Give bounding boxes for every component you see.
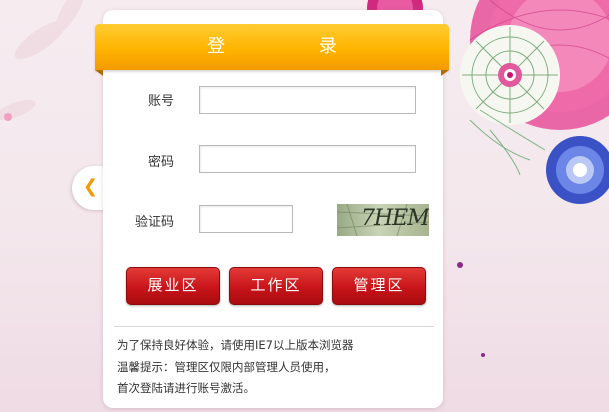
divider	[114, 326, 434, 327]
password-label: 密码	[147, 155, 174, 170]
login-header: 登 录	[95, 24, 449, 76]
captcha-input[interactable]	[199, 205, 293, 233]
captcha-text: 7HEM	[361, 206, 429, 231]
manage-note: 温馨提示：管理区仅限内部管理人员使用，	[117, 360, 336, 374]
password-input[interactable]	[199, 145, 416, 173]
manage-area-button[interactable]: 管理区	[332, 267, 426, 305]
account-input[interactable]	[199, 86, 416, 114]
activation-note: 首次登陆请进行账号激活。	[117, 381, 255, 395]
chevron-left-icon: ❮	[83, 176, 99, 197]
captcha-label: 验证码	[134, 215, 174, 230]
browser-note: 为了保持良好体验，请使用IE7以上版本浏览器	[117, 338, 354, 352]
exhibit-area-button[interactable]: 展业区	[126, 267, 220, 305]
header-fold-left	[95, 70, 103, 76]
work-area-button[interactable]: 工作区	[229, 267, 323, 305]
login-title: 登 录	[207, 36, 381, 57]
header-fold-right	[441, 70, 449, 76]
account-label: 账号	[147, 94, 174, 109]
captcha-image[interactable]: 7HEM	[337, 204, 429, 236]
